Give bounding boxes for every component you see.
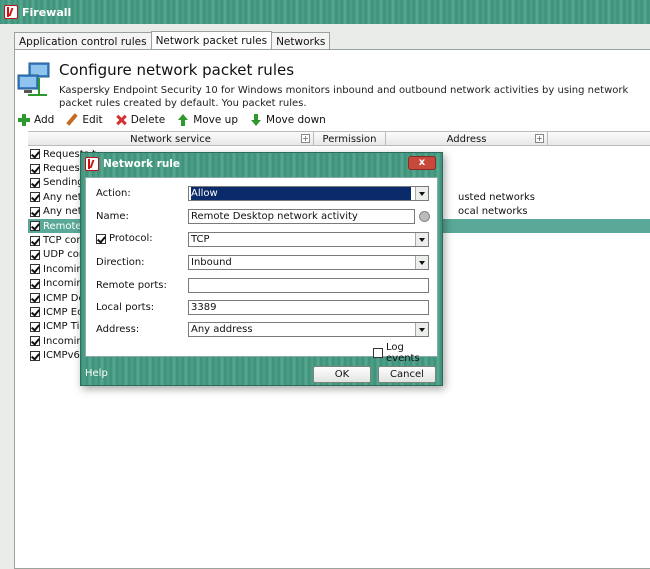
- delete-icon: [115, 114, 127, 126]
- add-button[interactable]: Add: [18, 114, 54, 126]
- rule-enabled-checkbox[interactable]: [30, 307, 40, 318]
- rule-enabled-checkbox[interactable]: [30, 249, 40, 260]
- add-icon: [18, 114, 30, 126]
- remote-ports-label: Remote ports:: [96, 280, 167, 291]
- rule-enabled-checkbox[interactable]: [30, 221, 40, 232]
- rule-enabled-checkbox[interactable]: [30, 163, 40, 174]
- move-up-button[interactable]: Move up: [177, 114, 238, 126]
- protocol-select[interactable]: TCP: [188, 232, 429, 247]
- local-ports-input[interactable]: 3389: [188, 300, 429, 315]
- dialog-title: Network rule: [103, 158, 181, 170]
- rules-grid-header: Network service + Permission Address +: [28, 131, 650, 146]
- direction-select[interactable]: Inbound: [188, 255, 429, 270]
- panel-header: Configure network packet rules Kaspersky…: [15, 56, 650, 112]
- tab-network-packet-rules[interactable]: Network packet rules: [150, 31, 273, 50]
- tab-application-control-rules[interactable]: Application control rules: [14, 32, 152, 50]
- column-address[interactable]: Address +: [386, 132, 548, 146]
- local-ports-label: Local ports:: [96, 302, 155, 313]
- name-input[interactable]: Remote Desktop network activity: [188, 209, 415, 224]
- dialog-titlebar: Network rule x: [81, 153, 442, 175]
- log-events-checkbox[interactable]: [373, 348, 383, 358]
- close-button[interactable]: x: [408, 156, 436, 170]
- tab-strip: Application control rules Network packet…: [14, 31, 331, 50]
- filter-icon[interactable]: +: [535, 134, 544, 143]
- action-select[interactable]: Allow: [188, 186, 429, 201]
- log-events-row[interactable]: Log events: [371, 342, 437, 364]
- rule-enabled-checkbox[interactable]: [30, 149, 40, 160]
- address-label: Address:: [96, 324, 140, 335]
- rules-toolbar: Add Edit Delete Move up Move down: [18, 111, 338, 129]
- action-label: Action:: [96, 188, 131, 199]
- dialog-body: Action: Allow Name: Remote Desktop netwo…: [85, 177, 438, 364]
- dialog-footer: Help OK Cancel: [81, 363, 442, 386]
- window-title: Firewall: [22, 5, 72, 19]
- remote-ports-input[interactable]: [188, 278, 429, 293]
- kaspersky-logo-icon: [4, 5, 18, 19]
- network-rule-dialog: Network rule x Action: Allow Name: Remot…: [80, 152, 443, 386]
- direction-label: Direction:: [96, 257, 145, 268]
- rule-enabled-checkbox[interactable]: [30, 206, 40, 217]
- address-select[interactable]: Any address: [188, 322, 429, 337]
- protocol-checkbox[interactable]: [96, 233, 106, 244]
- rule-enabled-checkbox[interactable]: [30, 235, 40, 246]
- cancel-button[interactable]: Cancel: [378, 366, 436, 383]
- arrow-up-icon: [177, 114, 189, 126]
- network-computers-icon: [17, 62, 50, 96]
- protocol-checkbox-row[interactable]: Protocol:: [96, 233, 153, 244]
- rule-enabled-checkbox[interactable]: [30, 293, 40, 304]
- chevron-down-icon[interactable]: [415, 256, 428, 269]
- window-titlebar: Firewall: [0, 0, 650, 24]
- chevron-down-icon[interactable]: [415, 323, 428, 336]
- rule-enabled-checkbox[interactable]: [30, 336, 40, 347]
- arrow-down-icon: [250, 114, 262, 126]
- rule-enabled-checkbox[interactable]: [30, 264, 40, 275]
- help-link[interactable]: Help: [85, 368, 108, 379]
- kaspersky-logo-icon: [85, 157, 99, 171]
- column-network-service[interactable]: Network service +: [28, 132, 314, 146]
- chevron-down-icon[interactable]: [415, 187, 428, 200]
- move-down-button[interactable]: Move down: [250, 114, 326, 126]
- delete-button[interactable]: Delete: [115, 114, 166, 126]
- page-title: Configure network packet rules: [59, 61, 295, 79]
- column-permission[interactable]: Permission: [314, 132, 386, 146]
- chevron-down-icon[interactable]: [415, 233, 428, 246]
- edit-button[interactable]: Edit: [66, 114, 102, 126]
- page-description: Kaspersky Endpoint Security 10 for Windo…: [59, 85, 629, 109]
- rule-enabled-checkbox[interactable]: [30, 192, 40, 203]
- rule-enabled-checkbox[interactable]: [30, 278, 40, 289]
- tab-networks[interactable]: Networks: [271, 32, 331, 50]
- ok-button[interactable]: OK: [313, 366, 371, 383]
- info-icon[interactable]: [419, 211, 430, 222]
- pencil-icon: [66, 114, 78, 126]
- filter-icon[interactable]: +: [301, 134, 310, 143]
- rule-enabled-checkbox[interactable]: [30, 350, 40, 361]
- rule-enabled-checkbox[interactable]: [30, 177, 40, 188]
- rule-enabled-checkbox[interactable]: [30, 321, 40, 332]
- name-label: Name:: [96, 211, 129, 222]
